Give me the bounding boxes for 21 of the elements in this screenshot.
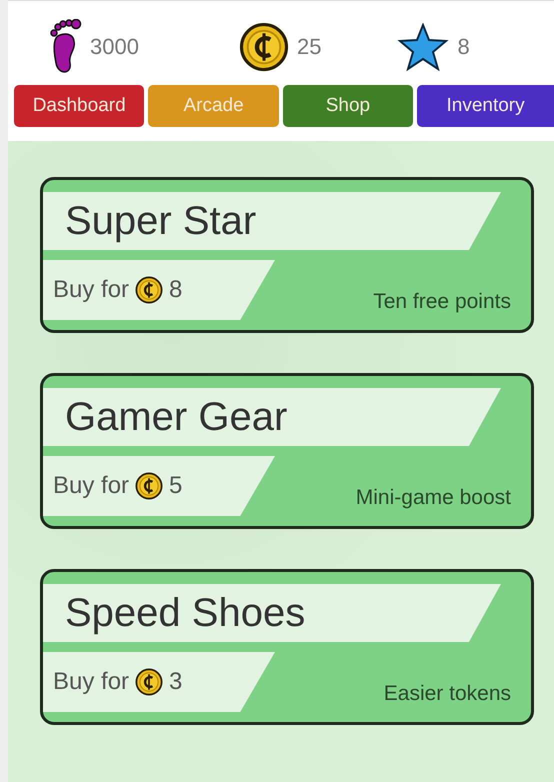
stat-value: 8 [457,34,470,60]
nav-tab[interactable]: Inventory [417,85,554,127]
coin-icon [238,22,289,72]
buy-button[interactable]: Buy for 8 [43,260,275,320]
footprint-icon [48,19,82,75]
nav-tab[interactable]: Shop [282,85,414,127]
item-description: Mini-game boost [356,486,511,510]
coin-icon [135,668,164,696]
item-description: Easier tokens [384,682,511,706]
item-title: Super Star [43,192,501,250]
star-icon [397,23,450,71]
item-description: Ten free points [373,290,511,314]
buy-button[interactable]: Buy for 5 [43,456,275,516]
nav-tab[interactable]: Dashboard [14,85,144,127]
coin-icon [135,276,164,304]
stat-value: 3000 [90,34,139,60]
buy-button[interactable]: Buy for 3 [43,652,275,712]
item-title: Speed Shoes [43,584,501,642]
stat-value: 25 [296,34,322,60]
item-title: Gamer Gear [43,388,501,446]
coin-icon [135,472,164,500]
